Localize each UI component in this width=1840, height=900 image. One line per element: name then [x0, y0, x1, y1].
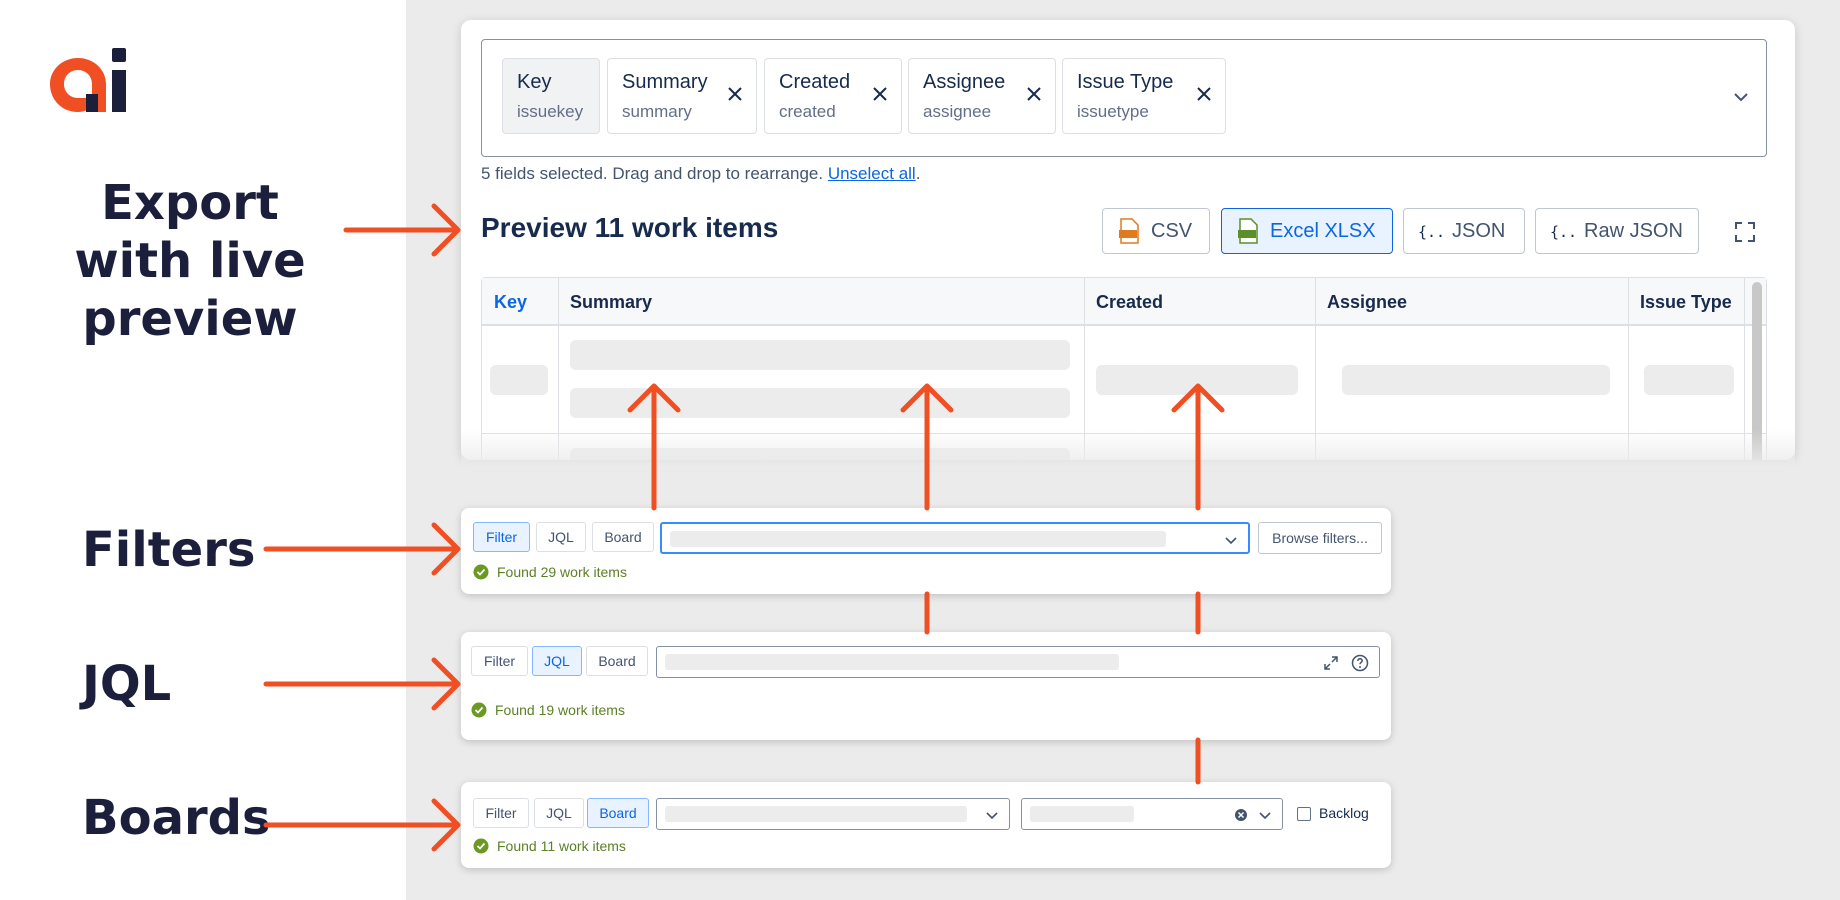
raw-json-label: Raw JSON: [1584, 219, 1683, 242]
field-chip-issue-type[interactable]: Issue Type issuetype: [1062, 58, 1226, 134]
excel-xlsx-label: Excel XLSX: [1270, 219, 1376, 242]
loading-placeholder: [1342, 365, 1610, 395]
status-text: Found 19 work items: [495, 702, 625, 718]
column-header-assignee[interactable]: Assignee: [1327, 292, 1407, 313]
jql-query-input[interactable]: [656, 646, 1380, 678]
loading-placeholder: [570, 388, 1070, 418]
field-chip-sub: created: [779, 102, 836, 121]
chevron-down-icon[interactable]: [1732, 88, 1750, 106]
jql-status: Found 19 work items: [471, 702, 625, 718]
left-panel: [0, 0, 406, 900]
excel-xlsx-button[interactable]: Excel XLSX: [1221, 208, 1393, 254]
json-braces-icon: {..}: [1418, 223, 1442, 241]
help-icon[interactable]: [1351, 654, 1369, 672]
feature-label-jql: JQL: [82, 656, 172, 712]
expand-editor-icon[interactable]: [1323, 655, 1339, 671]
select-value-placeholder: [665, 806, 967, 822]
json-button[interactable]: {..} JSON: [1403, 208, 1525, 254]
jql-panel: Filter JQL Board Found 19 work items: [461, 632, 1391, 740]
field-chip-sub: issuekey: [517, 102, 584, 121]
tab-filter[interactable]: Filter: [473, 798, 529, 828]
backlog-checkbox[interactable]: [1297, 807, 1311, 821]
tab-jql[interactable]: JQL: [536, 522, 586, 552]
feature-label-export: Export with live preview: [74, 175, 306, 347]
status-text: Found 11 work items: [497, 838, 626, 854]
fullscreen-icon[interactable]: [1733, 220, 1757, 244]
unselect-all-link[interactable]: Unselect all: [828, 164, 916, 183]
tab-board[interactable]: Board: [587, 798, 649, 828]
loading-placeholder: [490, 365, 548, 395]
chevron-down-icon: [986, 812, 998, 820]
field-chip-label: Key: [517, 71, 552, 93]
loading-placeholder: [1096, 365, 1298, 395]
export-card: Key issuekey Summary summary Created cre…: [461, 20, 1795, 460]
field-chip-created[interactable]: Created created: [764, 58, 902, 134]
tab-board[interactable]: Board: [586, 646, 648, 676]
tab-jql[interactable]: JQL: [532, 646, 582, 676]
card-fade: [461, 430, 1795, 470]
csv-label: CSV: [1151, 219, 1193, 242]
field-chip-sub: issuetype: [1077, 102, 1149, 121]
field-chip-sub: summary: [622, 102, 692, 121]
table-header-row: Key Summary Created Assignee Issue Type: [482, 278, 1766, 326]
chevron-down-icon: [1225, 537, 1237, 545]
filter-select[interactable]: [660, 522, 1250, 554]
svg-text:{..}: {..}: [1550, 223, 1574, 241]
query-placeholder: [665, 654, 1119, 670]
check-circle-icon: [473, 564, 489, 580]
column-header-issue-type[interactable]: Issue Type: [1640, 292, 1732, 313]
tab-jql[interactable]: JQL: [534, 798, 584, 828]
field-chip-summary[interactable]: Summary summary: [607, 58, 757, 134]
json-braces-icon: {..}: [1550, 223, 1574, 241]
fields-count-text: 5 fields selected. Drag and drop to rear…: [481, 164, 824, 183]
remove-field-icon[interactable]: [871, 85, 889, 103]
field-chip-sub: assignee: [923, 102, 992, 121]
field-chip-key[interactable]: Key issuekey: [502, 58, 600, 134]
json-label: JSON: [1452, 219, 1506, 242]
feature-label-boards: Boards: [82, 790, 271, 846]
status-text: Found 29 work items: [497, 564, 627, 580]
field-chip-label: Issue Type: [1077, 71, 1174, 93]
raw-json-button[interactable]: {..} Raw JSON: [1535, 208, 1699, 254]
field-chip-label: Summary: [622, 71, 708, 93]
svg-text:{..}: {..}: [1418, 223, 1442, 241]
loading-placeholder: [570, 340, 1070, 370]
clear-icon[interactable]: [1234, 808, 1248, 822]
check-circle-icon: [471, 702, 487, 718]
column-header-key[interactable]: Key: [494, 292, 527, 313]
browse-filters-button[interactable]: Browse filters...: [1258, 522, 1382, 554]
check-circle-icon: [473, 838, 489, 854]
boards-status: Found 11 work items: [473, 838, 626, 854]
tab-filter[interactable]: Filter: [471, 646, 528, 676]
sprint-select[interactable]: [1021, 798, 1283, 830]
field-chip-assignee[interactable]: Assignee assignee: [908, 58, 1056, 134]
select-value-placeholder: [670, 531, 1166, 547]
field-chip-label: Assignee: [923, 71, 1006, 93]
ai-logo: [50, 48, 126, 112]
csv-button[interactable]: CSV: [1102, 208, 1210, 254]
remove-field-icon[interactable]: [726, 85, 744, 103]
feature-label-filters: Filters: [82, 522, 256, 578]
remove-field-icon[interactable]: [1025, 85, 1043, 103]
filters-panel: Filter JQL Board Browse filters... Found…: [461, 508, 1391, 594]
fields-help-text: 5 fields selected. Drag and drop to rear…: [481, 164, 920, 184]
xlsx-file-icon: [1238, 218, 1258, 244]
column-header-summary[interactable]: Summary: [570, 292, 652, 313]
field-selector[interactable]: Key issuekey Summary summary Created cre…: [481, 39, 1767, 157]
loading-placeholder: [1644, 365, 1734, 395]
backlog-label: Backlog: [1319, 805, 1369, 821]
help-period: .: [915, 164, 921, 183]
boards-panel: Filter JQL Board Backlog Found 11 work i…: [461, 782, 1391, 868]
tab-filter[interactable]: Filter: [473, 522, 530, 552]
remove-field-icon[interactable]: [1195, 85, 1213, 103]
preview-title: Preview 11 work items: [481, 212, 779, 243]
select-value-placeholder: [1030, 806, 1134, 822]
board-select[interactable]: [656, 798, 1010, 830]
filters-status: Found 29 work items: [473, 564, 627, 580]
tab-board[interactable]: Board: [592, 522, 654, 552]
chevron-down-icon: [1259, 812, 1271, 820]
column-header-created[interactable]: Created: [1096, 292, 1163, 313]
csv-file-icon: [1119, 218, 1139, 244]
